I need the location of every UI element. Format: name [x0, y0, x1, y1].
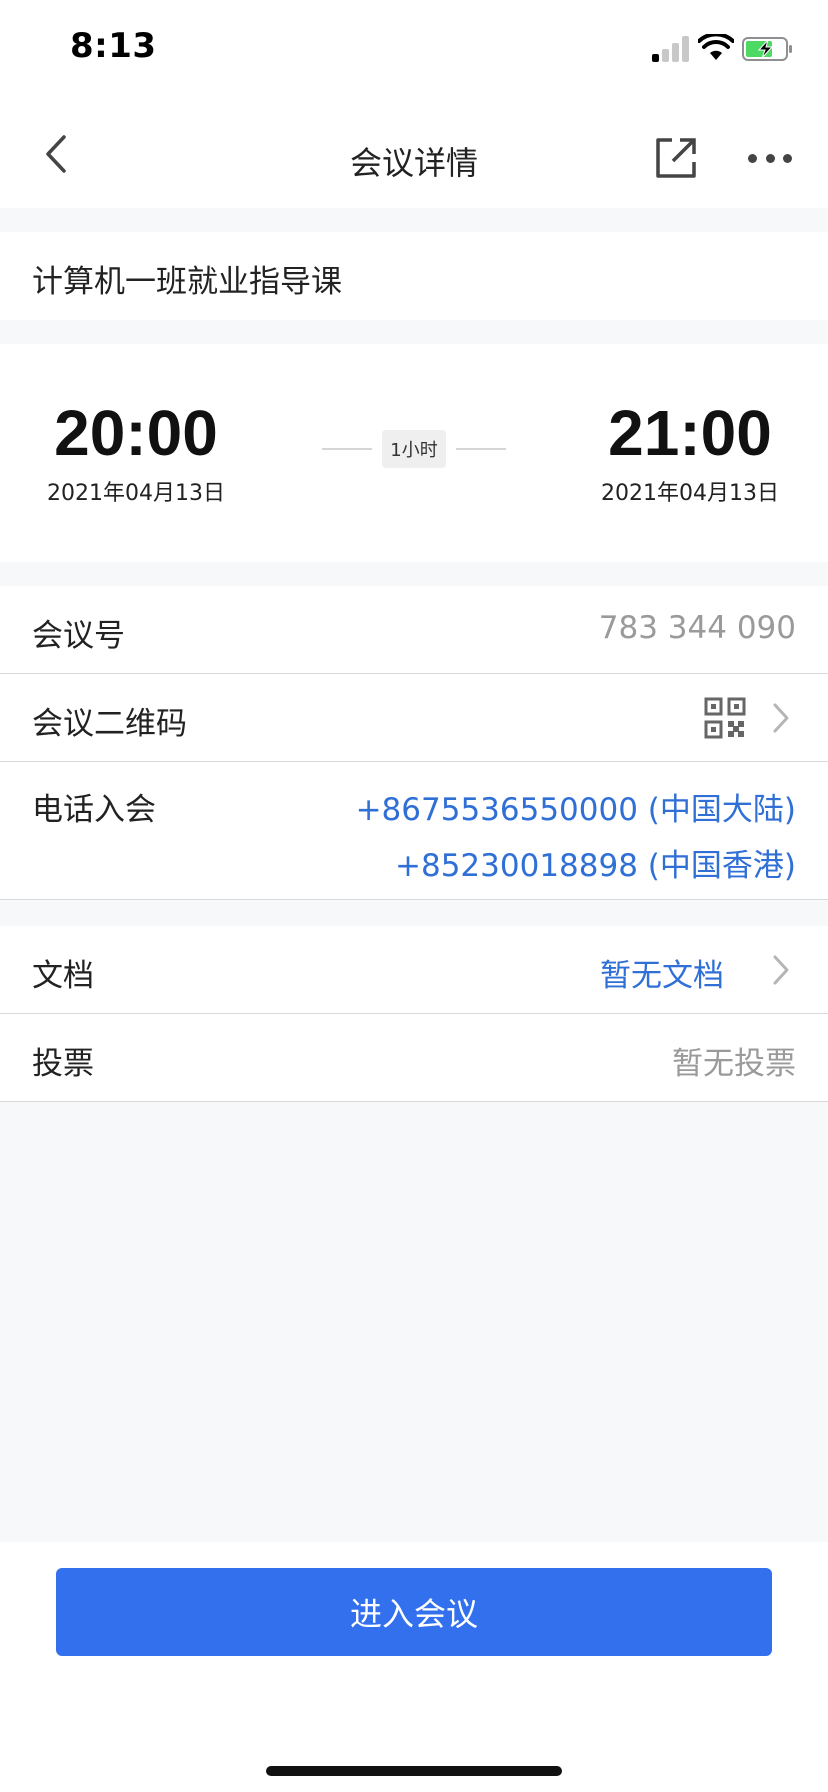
- qr-code-icon: [704, 697, 746, 739]
- navigation-bar: 会议详情: [0, 100, 828, 208]
- phone-dial-in-label: 电话入会: [32, 792, 156, 828]
- documents-value[interactable]: 暂无文档: [600, 950, 724, 995]
- start-time: 20:00: [54, 397, 218, 469]
- meeting-info-list: 会议号 783 344 090 会议二维码 电话入会 +867553655000…: [0, 586, 828, 900]
- battery-charging-icon: [742, 37, 792, 61]
- meeting-title: 计算机一班就业指导课: [32, 264, 342, 300]
- wifi-icon: [698, 34, 734, 60]
- meeting-time-card: 20:00 2021年04月13日 1小时 21:00 2021年04月13日: [0, 344, 828, 562]
- home-indicator[interactable]: [266, 1766, 562, 1776]
- meeting-title-card: 计算机一班就业指导课: [0, 232, 828, 320]
- meeting-extras-list: 文档 暂无文档 投票 暂无投票: [0, 926, 828, 1102]
- external-link-icon[interactable]: [654, 136, 698, 180]
- cellular-signal-icon: [652, 36, 690, 62]
- phone-number-mainland[interactable]: +8675536550000 (中国大陆): [356, 784, 796, 829]
- status-time: 8:13: [70, 26, 157, 66]
- meeting-id-label: 会议号: [32, 618, 125, 654]
- meeting-id-value[interactable]: 783 344 090: [599, 610, 796, 646]
- meeting-qr-label: 会议二维码: [32, 706, 187, 742]
- duration-divider-right: [456, 448, 506, 450]
- meeting-qr-row[interactable]: 会议二维码: [0, 674, 828, 762]
- meeting-id-row[interactable]: 会议号 783 344 090: [0, 586, 828, 674]
- votes-value: 暂无投票: [672, 1046, 796, 1082]
- phone-number-hongkong[interactable]: +85230018898 (中国香港): [395, 840, 796, 885]
- chevron-right-icon: [773, 955, 789, 985]
- documents-row[interactable]: 文档 暂无文档: [0, 926, 828, 1014]
- votes-row: 投票 暂无投票: [0, 1014, 828, 1102]
- meeting-detail-screen: 8:13 会议详情 计算机一班就业指导课 20:00 2021年04月13日 1…: [0, 0, 828, 1792]
- status-bar: 8:13: [0, 0, 828, 100]
- duration-divider-left: [322, 448, 372, 450]
- more-dots-icon: [748, 153, 757, 163]
- page-title: 会议详情: [349, 144, 478, 182]
- start-time-block: 20:00 2021年04月13日: [26, 397, 246, 507]
- duration-badge: 1小时: [382, 430, 446, 468]
- join-meeting-button[interactable]: 进入会议: [56, 1568, 772, 1656]
- end-time: 21:00: [608, 397, 772, 469]
- phone-dial-in-row: 电话入会 +8675536550000 (中国大陆) +85230018898 …: [0, 762, 828, 900]
- documents-label: 文档: [32, 958, 94, 994]
- end-time-block: 21:00 2021年04月13日: [580, 397, 800, 507]
- start-date: 2021年04月13日: [47, 481, 225, 507]
- more-button[interactable]: [748, 138, 792, 178]
- chevron-right-icon: [773, 703, 789, 733]
- votes-label: 投票: [32, 1046, 94, 1082]
- end-date: 2021年04月13日: [601, 481, 779, 507]
- bottom-action-area: 进入会议: [0, 1542, 828, 1792]
